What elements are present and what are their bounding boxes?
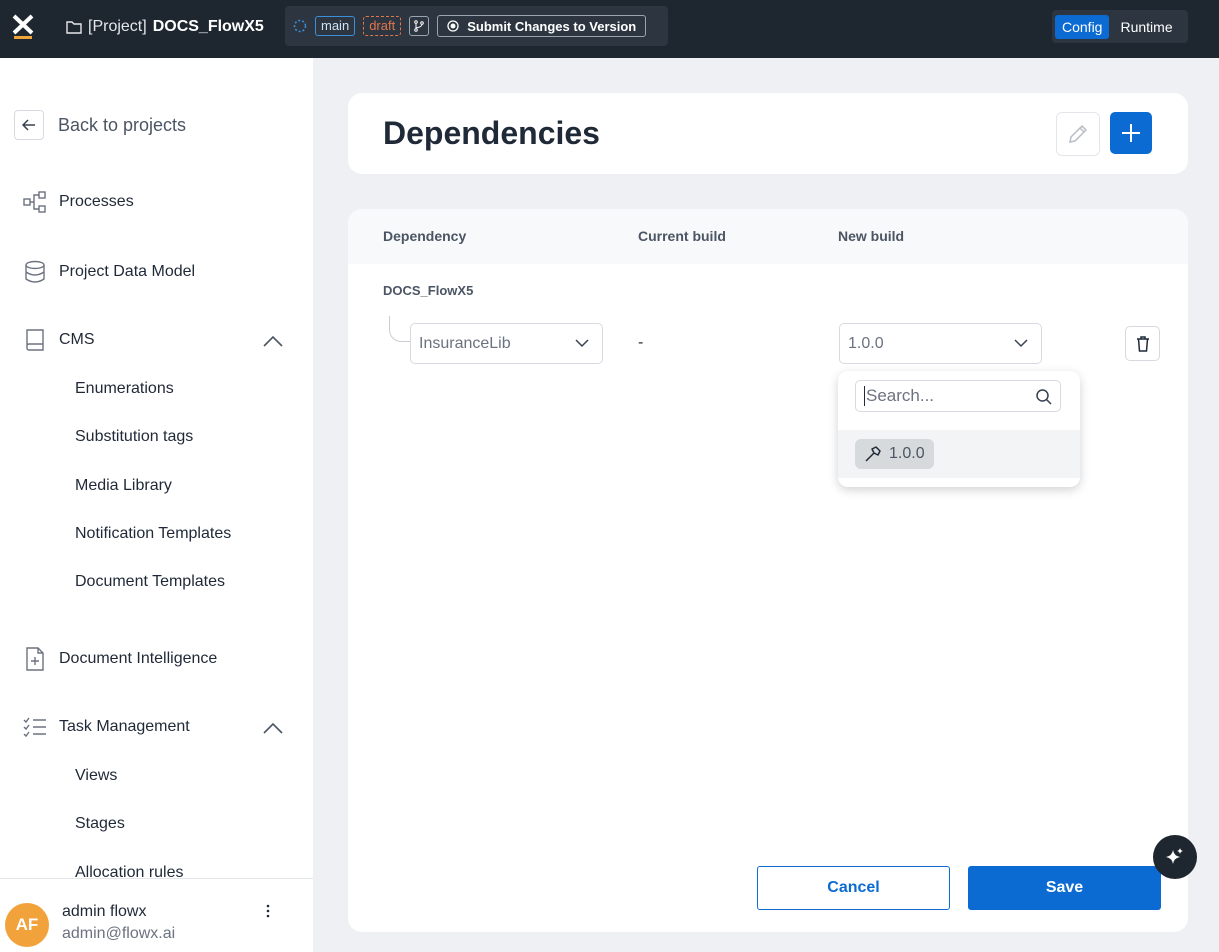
cancel-button[interactable]: Cancel <box>757 866 950 910</box>
arrow-left-icon <box>22 119 35 131</box>
branch-status-icon <box>293 19 307 33</box>
new-build-select[interactable]: 1.0.0 <box>839 323 1042 364</box>
current-build-value: - <box>638 334 644 351</box>
sidebar-sub-media-library[interactable]: Media Library <box>75 477 172 495</box>
git-branch-icon <box>414 20 425 32</box>
user-email: admin@flowx.ai <box>62 925 176 942</box>
project-name: DOCS_FlowX5 <box>152 18 264 35</box>
search-icon <box>1036 389 1052 405</box>
mode-runtime[interactable]: Runtime <box>1113 15 1179 39</box>
back-to-projects[interactable]: Back to projects <box>14 110 186 140</box>
delete-dependency-button[interactable] <box>1125 326 1160 361</box>
dependency-value: InsuranceLib <box>419 334 511 352</box>
save-button[interactable]: Save <box>968 866 1161 910</box>
top-bar: [Project] DOCS_FlowX5 main draft Submit … <box>0 0 1219 58</box>
sidebar-sub-document-templates[interactable]: Document Templates <box>75 573 225 591</box>
book-icon <box>26 329 44 351</box>
dependency-group-label: DOCS_FlowX5 <box>383 283 474 298</box>
sidebar-sub-enumerations[interactable]: Enumerations <box>75 380 174 398</box>
trash-icon <box>1136 335 1149 352</box>
mode-config[interactable]: Config <box>1055 14 1110 39</box>
page-header: Dependencies <box>348 93 1188 174</box>
branch-button[interactable] <box>409 16 430 36</box>
draft-status-tag: draft <box>363 16 402 36</box>
sidebar-sub-notification-templates[interactable]: Notification Templates <box>75 525 231 543</box>
column-new-build: New build <box>838 228 905 244</box>
sidebar-sub-views[interactable]: Views <box>75 767 117 785</box>
sidebar-item-processes[interactable]: Processes <box>22 189 134 215</box>
checklist-icon <box>23 717 46 738</box>
sparkle-icon <box>1166 848 1183 864</box>
process-flow-icon <box>23 191 46 213</box>
document-plus-icon <box>26 647 44 671</box>
sidebar-sub-stages[interactable]: Stages <box>75 815 125 833</box>
pencil-icon <box>1069 124 1088 143</box>
column-dependency: Dependency <box>383 228 467 244</box>
chevron-down-icon <box>575 339 589 348</box>
sidebar-item-data-model[interactable]: Project Data Model <box>22 259 195 285</box>
submit-changes-label: Submit Changes to Version <box>467 18 637 34</box>
sidebar-item-label: Task Management <box>59 718 190 735</box>
column-current-build: Current build <box>638 228 726 244</box>
back-button[interactable] <box>14 110 44 140</box>
folder-icon <box>66 21 82 34</box>
user-name: admin flowx <box>62 903 147 920</box>
user-profile: AF admin flowx admin@flowx.ai <box>0 878 313 952</box>
project-prefix: [Project] <box>88 18 147 35</box>
chevron-up-icon[interactable] <box>262 334 284 348</box>
chevron-up-icon[interactable] <box>262 721 284 735</box>
add-dependency-button[interactable] <box>1110 112 1152 154</box>
sidebar-item-task-management[interactable]: Task Management <box>22 714 190 740</box>
sidebar-item-label: Document Intelligence <box>59 650 218 667</box>
build-option-row[interactable]: 1.0.0 <box>838 430 1080 478</box>
avatar[interactable]: AF <box>5 903 49 947</box>
tree-connector <box>389 316 410 342</box>
mode-switch: Config Runtime <box>1052 10 1188 43</box>
sidebar-item-label: Processes <box>59 193 134 210</box>
database-icon <box>25 260 45 283</box>
dependency-select[interactable]: InsuranceLib <box>410 323 603 364</box>
sidebar-item-label: CMS <box>59 331 95 348</box>
flowx-logo-icon[interactable] <box>12 14 34 40</box>
table-header: Dependency Current build New build <box>348 209 1188 264</box>
project-title: [Project] DOCS_FlowX5 <box>66 18 264 36</box>
build-search-field[interactable] <box>855 380 1061 412</box>
branch-toolbar: main draft Submit Changes to Version <box>285 6 668 46</box>
sidebar: Back to projects Processes Project Data … <box>0 58 313 952</box>
chevron-down-icon <box>1014 339 1028 348</box>
edit-button[interactable] <box>1056 112 1100 156</box>
back-label: Back to projects <box>58 114 187 135</box>
build-search-input[interactable] <box>864 386 1024 406</box>
hammer-icon <box>865 446 881 462</box>
sidebar-sub-substitution-tags[interactable]: Substitution tags <box>75 428 193 446</box>
page-title: Dependencies <box>383 115 600 151</box>
sidebar-item-document-intelligence[interactable]: Document Intelligence <box>22 646 217 672</box>
more-vertical-icon[interactable] <box>262 903 274 919</box>
branch-tag[interactable]: main <box>315 16 356 36</box>
plus-icon <box>1122 124 1140 142</box>
submit-changes-button[interactable]: Submit Changes to Version <box>437 15 647 37</box>
new-build-value: 1.0.0 <box>848 334 884 352</box>
ai-assistant-button[interactable] <box>1153 835 1197 879</box>
build-option[interactable]: 1.0.0 <box>855 439 934 469</box>
build-dropdown: 1.0.0 <box>838 371 1080 487</box>
sidebar-item-cms[interactable]: CMS <box>22 327 95 353</box>
sidebar-item-label: Project Data Model <box>59 263 196 280</box>
build-option-label: 1.0.0 <box>889 445 925 462</box>
record-icon <box>447 20 459 32</box>
dependencies-table: Dependency Current build New build DOCS_… <box>348 209 1188 932</box>
